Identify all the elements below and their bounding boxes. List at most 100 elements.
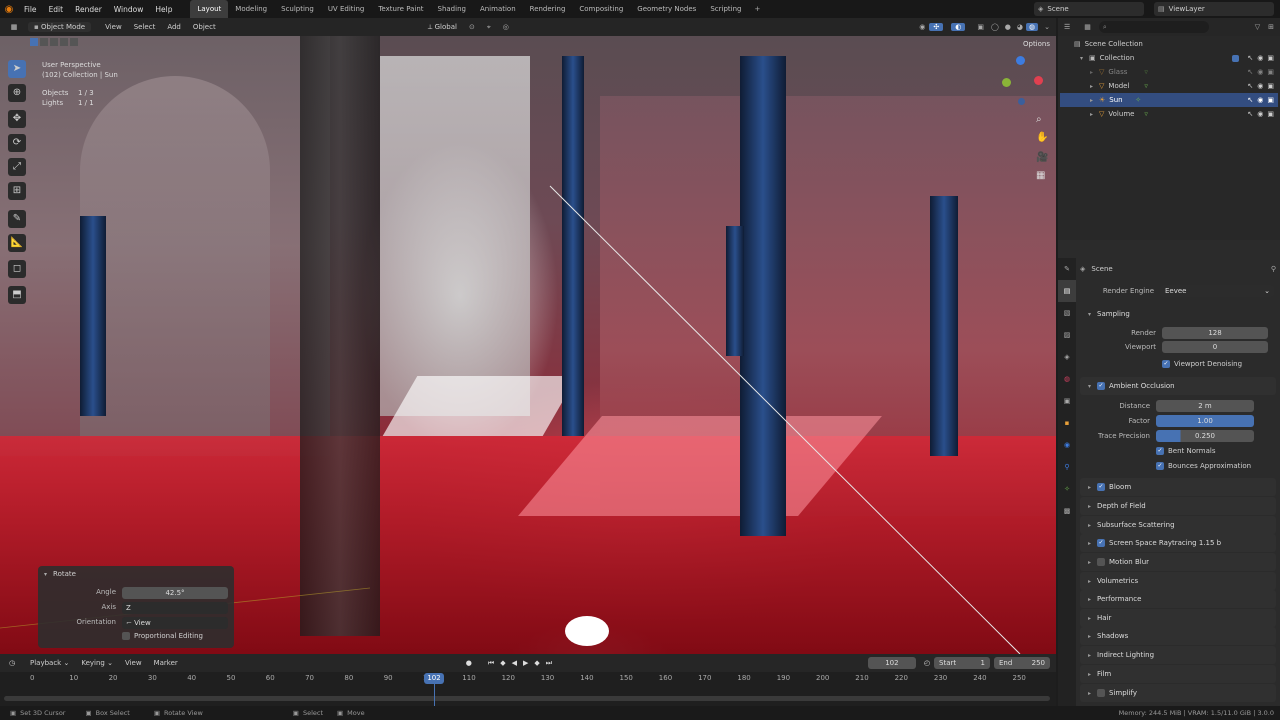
record-icon[interactable]: ●	[466, 659, 472, 667]
jump-start-icon[interactable]: ⏮	[488, 659, 494, 668]
timeline-editor-icon[interactable]: ◷	[0, 659, 24, 667]
extrude-tool-icon[interactable]: ⬒	[8, 286, 26, 304]
pan-icon[interactable]: ✋	[1036, 132, 1048, 143]
texture-tab-icon[interactable]: ▩	[1058, 500, 1076, 522]
glass-camera-icon[interactable]: ▣	[1267, 68, 1274, 76]
object-tab-icon[interactable]: ▪	[1058, 412, 1076, 434]
scene-selector[interactable]: ◈ Scene	[1034, 2, 1144, 16]
section-sampling[interactable]: ▾ Sampling	[1080, 305, 1276, 323]
ao-distance-field[interactable]: 2 m	[1156, 400, 1254, 412]
filter-icon[interactable]: ▽	[1255, 23, 1260, 31]
move-tool-icon[interactable]: ✥	[8, 110, 26, 128]
section-performance[interactable]: ▸ Performance	[1080, 590, 1276, 608]
bent-normals-checkbox[interactable]: ✓	[1156, 446, 1164, 455]
timeline-menu-keying[interactable]: Keying ⌄	[75, 659, 119, 667]
section-ssr[interactable]: ▸ ✓ Screen Space Raytracing 1.15 b	[1080, 534, 1276, 552]
timeline-menu-playback[interactable]: Playback ⌄	[24, 659, 75, 667]
scale-tool-icon[interactable]: ⤢	[8, 158, 26, 176]
navigation-gizmo[interactable]	[996, 50, 1050, 105]
bounces-checkbox[interactable]: ✓	[1156, 461, 1164, 470]
add-cube-tool-icon[interactable]: ◻	[8, 260, 26, 278]
ao-factor-field[interactable]: 1.00	[1156, 415, 1254, 427]
ao-trace-field[interactable]: 0.250	[1156, 430, 1254, 442]
menu-file[interactable]: File	[18, 5, 43, 14]
gizmo-z-icon[interactable]	[1016, 56, 1025, 65]
select-box-tool-icon[interactable]: ➤	[8, 60, 26, 78]
outliner-row-sun[interactable]: ▸ ☀ Sun ✧ ↖ ◉ ▣	[1060, 93, 1278, 107]
tab-sculpting[interactable]: Sculpting	[274, 0, 321, 18]
collection-camera-icon[interactable]: ▣	[1267, 54, 1274, 62]
xray-icon[interactable]: ▣	[973, 23, 988, 31]
proportional-icon[interactable]: ◎	[497, 23, 515, 31]
expand-sun-icon[interactable]: ▸	[1090, 97, 1093, 104]
expand-glass-icon[interactable]: ▸	[1090, 69, 1093, 76]
data-tab-icon[interactable]: ✧	[1058, 478, 1076, 500]
volume-eye-icon[interactable]: ◉	[1257, 110, 1263, 118]
render-engine-dropdown[interactable]: Eevee ⌄	[1160, 285, 1274, 297]
tab-scripting[interactable]: Scripting	[703, 0, 748, 18]
select-extend-icon[interactable]	[40, 38, 48, 46]
start-frame-field[interactable]: Start 1	[934, 657, 990, 669]
editor-type-icon[interactable]: ▦	[0, 23, 28, 31]
ao-checkbox[interactable]: ✓	[1097, 382, 1106, 390]
next-key-icon[interactable]: ◆	[534, 659, 539, 667]
section-ambient-occlusion[interactable]: ▾ ✓ Ambient Occlusion	[1080, 377, 1276, 395]
glass-select-icon[interactable]: ↖	[1247, 68, 1253, 76]
orientation-dropdown[interactable]: ⌐ View	[122, 617, 228, 629]
expand-volume-icon[interactable]: ▸	[1090, 111, 1093, 118]
pin-icon[interactable]: ⚲	[1271, 265, 1276, 273]
visibility-icon[interactable]: ◉	[915, 23, 929, 31]
playhead-line[interactable]	[434, 684, 435, 706]
simplify-checkbox[interactable]	[1097, 689, 1106, 697]
tab-shading[interactable]: Shading	[431, 0, 473, 18]
tab-uv-editing[interactable]: UV Editing	[321, 0, 372, 18]
expand-collection-icon[interactable]: ▾	[1080, 55, 1083, 62]
menu-window[interactable]: Window	[108, 5, 150, 14]
cursor-tool-icon[interactable]: ⊕	[8, 84, 26, 102]
prev-key-icon[interactable]: ◆	[500, 659, 505, 667]
constraints-tab-icon[interactable]: ⚲	[1058, 456, 1076, 478]
ssr-checkbox[interactable]: ✓	[1097, 539, 1106, 547]
overlay-icon[interactable]: ◐	[951, 23, 966, 31]
menu-help[interactable]: Help	[149, 5, 178, 14]
tab-layout[interactable]: Layout	[190, 0, 229, 18]
select-new-icon[interactable]	[30, 38, 38, 46]
timeline-menu-marker[interactable]: Marker	[148, 659, 184, 667]
shading-options-icon[interactable]: ⌄	[1038, 23, 1056, 31]
pivot-icon[interactable]: ⊙	[463, 23, 481, 31]
select-subtract-icon[interactable]	[50, 38, 58, 46]
tool-tab-icon[interactable]: ✎	[1058, 258, 1076, 280]
section-bloom[interactable]: ▸ ✓ Bloom	[1080, 478, 1276, 496]
zoom-icon[interactable]: ⌕	[1036, 114, 1042, 125]
shading-solid-icon[interactable]: ●	[1002, 23, 1014, 31]
preview-range-icon[interactable]: ◴	[924, 659, 930, 667]
viewlayer-selector[interactable]: ▤ ViewLayer	[1154, 2, 1274, 16]
gizmo-x-icon[interactable]	[1034, 76, 1043, 85]
tab-modeling[interactable]: Modeling	[228, 0, 274, 18]
panel-collapse-icon[interactable]: ▾	[44, 571, 47, 578]
section-depth-of-field[interactable]: ▸ Depth of Field	[1080, 497, 1276, 515]
vp-menu-select[interactable]: Select	[128, 23, 162, 31]
section-shadows[interactable]: ▸ Shadows	[1080, 627, 1276, 645]
outliner-row-model[interactable]: ▸ ▽ Model ▿ ↖ ◉ ▣	[1060, 79, 1278, 93]
camera-view-icon[interactable]: 🎥	[1036, 152, 1048, 163]
shading-rendered-icon[interactable]: ◍	[1026, 23, 1039, 31]
outliner-editor-icon[interactable]: ☰	[1064, 23, 1070, 31]
menu-edit[interactable]: Edit	[43, 5, 70, 14]
rotate-tool-icon[interactable]: ⟳	[8, 134, 26, 152]
collection-select-icon[interactable]: ↖	[1247, 54, 1253, 62]
gizmo-neg-icon[interactable]	[1018, 98, 1025, 105]
timeline-track[interactable]: 0102030405060708090100110120130140150160…	[0, 672, 1056, 706]
expand-model-icon[interactable]: ▸	[1090, 83, 1093, 90]
select-invert-icon[interactable]	[60, 38, 68, 46]
viewport-denoising-checkbox[interactable]: ✓	[1162, 359, 1170, 368]
section-subsurface[interactable]: ▸ Subsurface Scattering	[1080, 516, 1276, 534]
sun-select-icon[interactable]: ↖	[1247, 96, 1253, 104]
glass-eye-icon[interactable]: ◉	[1257, 68, 1263, 76]
section-film[interactable]: ▸ Film	[1080, 665, 1276, 683]
section-hair[interactable]: ▸ Hair	[1080, 609, 1276, 627]
menu-render[interactable]: Render	[69, 5, 108, 14]
play-reverse-icon[interactable]: ◀	[512, 659, 517, 667]
render-samples-field[interactable]: 128	[1162, 327, 1268, 339]
vp-menu-view[interactable]: View	[99, 23, 128, 31]
